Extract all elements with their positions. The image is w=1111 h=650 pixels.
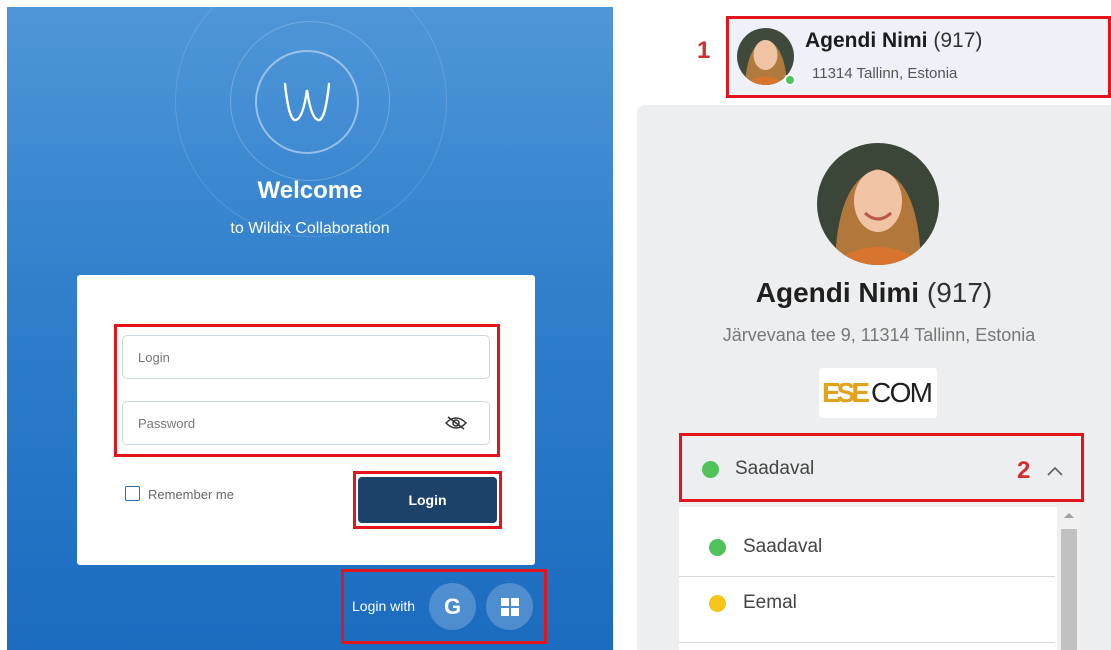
dropdown-scrollbar[interactable] [1057, 507, 1081, 650]
login-input[interactable] [122, 335, 490, 379]
scroll-up-icon[interactable] [1057, 507, 1081, 523]
annotation-marker-1: 1 [697, 37, 711, 64]
user-extension: (917) [933, 29, 983, 52]
profile-avatar [817, 143, 939, 265]
login-card: Remember me Login [77, 275, 535, 565]
svg-text:ESE: ESE [822, 377, 870, 408]
user-name: Agendi Nimi (917) [805, 29, 983, 52]
profile-address: Järvevana tee 9, 11314 Tallinn, Estonia [722, 325, 1036, 345]
scrollbar-thumb[interactable] [1061, 529, 1077, 650]
welcome-title: Welcome [257, 177, 363, 204]
welcome-subtitle: to Wildix Collaboration [230, 220, 390, 237]
profile-name: Agendi Nimi (917) [755, 277, 993, 308]
login-panel: Welcome to Wildix Collaboration Remember… [7, 7, 613, 650]
windows-login-button[interactable] [486, 583, 533, 630]
remember-checkbox[interactable] [125, 486, 140, 501]
profile-extension: (917) [926, 277, 993, 308]
user-card-highlight[interactable]: Agendi Nimi (917) 11314 Tallinn, Estonia [726, 16, 1111, 98]
google-icon: G [443, 593, 462, 619]
remember-label: Remember me [148, 487, 234, 502]
status-selected-label: Saadaval [735, 458, 815, 479]
user-address: 11314 Tallinn, Estonia [812, 65, 958, 82]
status-dot [709, 595, 726, 612]
wildix-logo [255, 50, 359, 154]
status-option-label: Saadaval [743, 536, 823, 557]
google-login-button[interactable]: G [429, 583, 476, 630]
status-indicator [784, 74, 796, 86]
status-dot [702, 461, 719, 478]
annotation-marker-2: 2 [1017, 457, 1031, 484]
status-option-label: Eemal [743, 592, 797, 613]
status-dot [709, 539, 726, 556]
svg-text:COM: COM [871, 377, 933, 408]
login-with-label: Login with [352, 598, 416, 614]
status-option-eemal[interactable]: Eemal [679, 577, 1055, 643]
windows-icon [500, 597, 519, 616]
password-input[interactable] [122, 401, 490, 445]
company-logo: ESE COM [819, 368, 937, 418]
status-option-saadaval[interactable]: Saadaval [679, 511, 1055, 577]
wildix-logo-icon [283, 82, 331, 122]
login-button[interactable]: Login [358, 477, 497, 523]
status-dropdown: Saadaval Eemal [679, 507, 1081, 650]
eye-icon[interactable] [444, 415, 468, 436]
status-selector[interactable]: Saadaval 2 [679, 433, 1084, 502]
chevron-up-icon[interactable] [1046, 464, 1064, 482]
